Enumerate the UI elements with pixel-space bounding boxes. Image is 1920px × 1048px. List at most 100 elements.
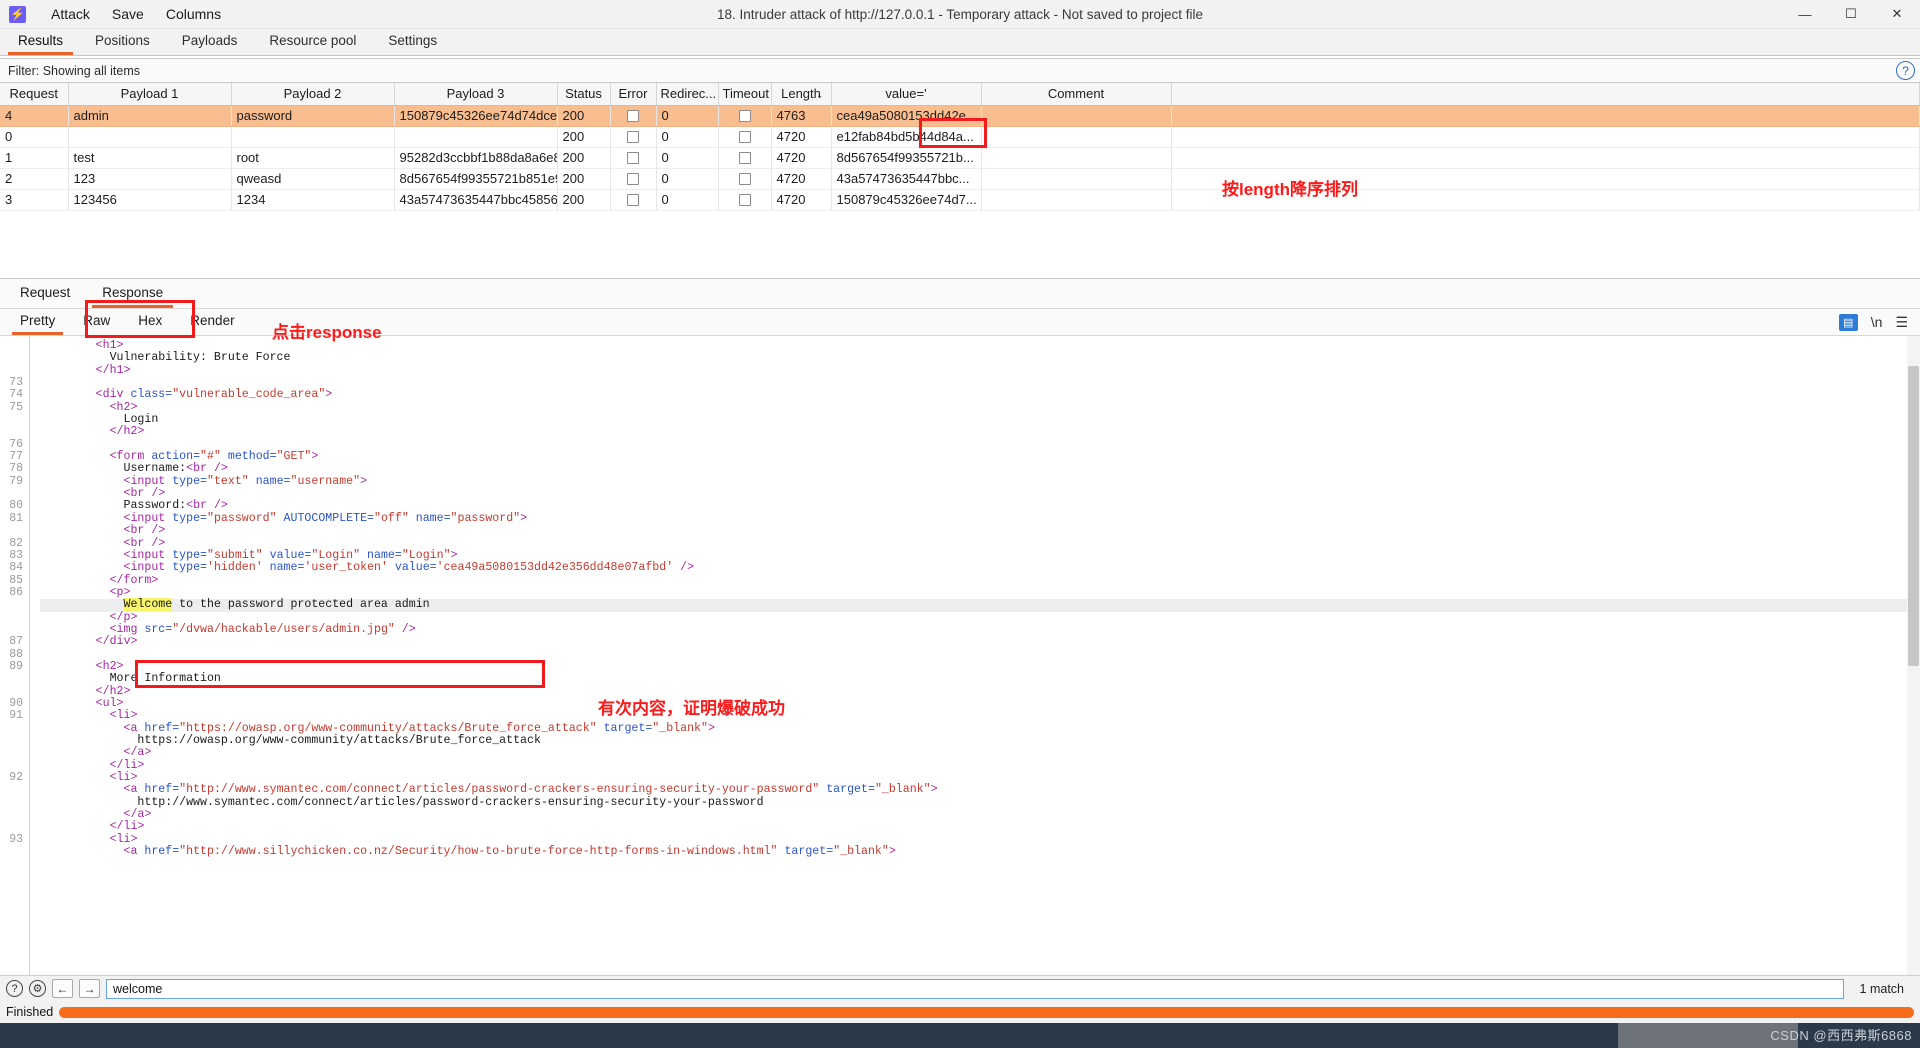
code-token: "GET" [276, 450, 312, 464]
line-number: 80 [9, 499, 23, 513]
response-body-code[interactable]: <h1> Vulnerability: Brute Force </h1> <d… [30, 336, 1920, 975]
code-token: </li> [109, 820, 145, 834]
tab-payloads[interactable]: Payloads [166, 29, 254, 55]
menu-save[interactable]: Save [101, 0, 155, 29]
code-token: <br /> [123, 487, 166, 501]
os-taskbar: CSDN @西西弗斯6868 [0, 1023, 1920, 1048]
search-match-highlight: Welcome [123, 598, 173, 612]
response-viewer[interactable]: 73 74 75 76 77 78 79 80 81 82 83 84 85 86 87 88 89 9… [0, 336, 1920, 975]
maximize-icon[interactable]: ☐ [1828, 0, 1874, 29]
cell-payload-2: qweasd [231, 168, 395, 190]
cell-request: 3 [0, 189, 69, 211]
timeout-checkbox[interactable] [738, 110, 751, 122]
timeout-checkbox[interactable] [738, 194, 751, 206]
arrow-right-icon[interactable]: → [79, 979, 100, 998]
code-line: <h2> [40, 660, 1920, 673]
error-checkbox[interactable] [627, 110, 639, 122]
question-mark-icon[interactable]: ? [1896, 61, 1915, 80]
cell-redirections: 0 [656, 168, 719, 190]
tab-hex[interactable]: Hex [124, 309, 176, 335]
code-token: target= [819, 783, 875, 797]
error-checkbox[interactable] [627, 131, 639, 143]
col-redirections[interactable]: Redirec... [656, 83, 719, 106]
timeout-checkbox[interactable] [738, 173, 751, 185]
table-row[interactable]: 0 200 0 4720 e12fab84bd5b44d84a... [0, 126, 1920, 148]
code-line: https://owasp.org/www-community/attacks/… [40, 734, 1920, 747]
inspector-icon[interactable]: ▤ [1838, 313, 1858, 331]
code-token: <br /> [186, 499, 228, 513]
gear-icon[interactable]: ⚙ [29, 980, 46, 997]
menu-columns[interactable]: Columns [155, 0, 232, 29]
cell-comment [981, 189, 1172, 211]
col-value[interactable]: value=' [831, 83, 982, 106]
cell-payload-2: password [231, 105, 395, 127]
col-payload-3[interactable]: Payload 3 [394, 83, 558, 106]
col-length[interactable]: Length ⌄ [771, 83, 832, 106]
tab-resource-pool[interactable]: Resource pool [253, 29, 372, 55]
timeout-checkbox[interactable] [738, 131, 751, 143]
tab-response[interactable]: Response [86, 279, 179, 308]
table-row[interactable]: 3 123456 1234 43a57473635447bbc45856... … [0, 189, 1920, 211]
cell-payload-3 [394, 126, 558, 148]
filter-bar[interactable]: Filter: Showing all items ? [0, 58, 1920, 83]
tab-request[interactable]: Request [4, 279, 86, 308]
cell-length: 4720 [771, 168, 832, 190]
cell-value: cea49a5080153dd42e... [831, 105, 982, 127]
arrow-left-icon[interactable]: ← [52, 979, 73, 998]
tab-results[interactable]: Results [2, 29, 79, 55]
tab-render[interactable]: Render [176, 309, 248, 335]
cell-length: 4720 [771, 147, 832, 169]
burp-lightning-icon: ⚡ [9, 5, 26, 23]
tab-settings[interactable]: Settings [372, 29, 453, 55]
minimize-icon[interactable]: — [1782, 0, 1828, 29]
question-circle-icon[interactable]: ? [6, 980, 23, 997]
window-title: 18. Intruder attack of http://127.0.0.1 … [717, 6, 1203, 22]
close-icon[interactable]: ✕ [1874, 0, 1920, 29]
menu-attack[interactable]: Attack [40, 0, 101, 29]
cell-status: 200 [557, 126, 611, 148]
col-comment[interactable]: Comment [981, 83, 1172, 106]
col-payload-2[interactable]: Payload 2 [231, 83, 395, 106]
cell-comment [981, 105, 1172, 127]
code-token: target= [596, 721, 653, 735]
code-line: </a> [40, 808, 1920, 821]
line-wrap-icon[interactable]: \n [1871, 314, 1883, 330]
col-status[interactable]: Status [557, 83, 611, 106]
code-line: Login [40, 413, 1920, 426]
line-number [0, 747, 29, 759]
code-scrollbar[interactable] [1907, 336, 1920, 975]
table-row[interactable]: 2 123 qweasd 8d567654f99355721b851e9... … [0, 168, 1920, 190]
tab-positions[interactable]: Positions [79, 29, 166, 55]
code-scrollbar-thumb[interactable] [1908, 366, 1919, 666]
code-line: <img src="/dvwa/hackable/users/admin.jpg… [40, 623, 1920, 636]
timeout-checkbox[interactable] [738, 152, 751, 164]
error-checkbox[interactable] [627, 173, 639, 185]
hamburger-menu-icon[interactable]: ☰ [1895, 314, 1908, 331]
code-token: "http://www.symantec.com/connect/article… [179, 783, 820, 797]
table-row[interactable]: 1 test root 95282d3ccbbf1b88da8a6e8... 2… [0, 147, 1920, 169]
cell-payload-2 [231, 126, 395, 148]
code-token: <br /> [123, 536, 166, 550]
table-row[interactable]: 4 admin password 150879c45326ee74d74dce9… [0, 105, 1920, 127]
code-token: <li> [109, 832, 138, 846]
error-checkbox[interactable] [627, 152, 639, 164]
code-token: <br /> [186, 462, 228, 476]
line-number [0, 797, 29, 809]
code-token: 'user_token' [304, 561, 388, 575]
line-number: 82 [9, 536, 23, 550]
col-timeout[interactable]: Timeout [718, 83, 772, 106]
col-request[interactable]: Request [0, 83, 69, 106]
tab-raw[interactable]: Raw [69, 309, 124, 335]
error-checkbox[interactable] [627, 194, 639, 206]
tab-pretty[interactable]: Pretty [6, 309, 69, 335]
code-token: "submit" [207, 548, 263, 562]
code-token: "http://www.sillychicken.co.nz/Security/… [179, 845, 778, 859]
code-line: </div> [40, 636, 1920, 648]
code-token: </li> [109, 758, 145, 772]
col-error[interactable]: Error [610, 83, 657, 106]
col-payload-1[interactable]: Payload 1 [68, 83, 232, 106]
search-input[interactable] [106, 978, 1844, 999]
